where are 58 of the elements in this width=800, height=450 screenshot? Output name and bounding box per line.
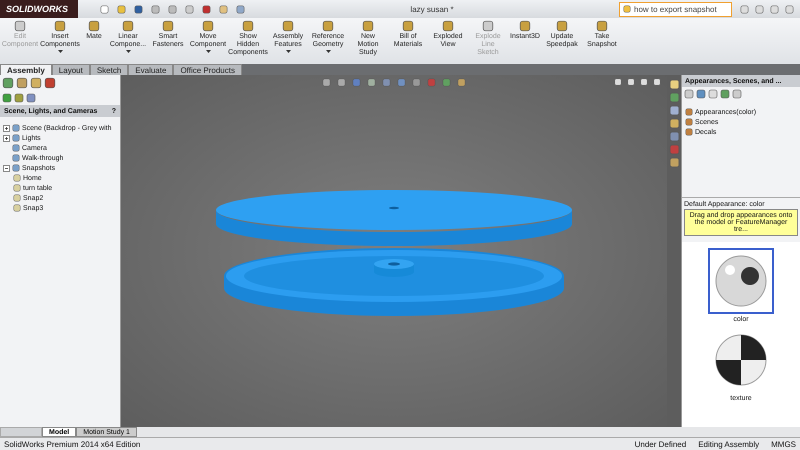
caret-icon[interactable]	[286, 50, 290, 53]
tool-icon[interactable]	[54, 20, 66, 32]
task-pane-icon[interactable]	[668, 79, 680, 90]
panel-tab-icon[interactable]	[30, 77, 42, 89]
collapse-icon[interactable]	[3, 164, 10, 172]
window-title: lazy susan *	[409, 4, 455, 14]
tool-icon[interactable]	[88, 20, 100, 32]
tree-node-icon[interactable]	[685, 108, 693, 116]
task-pane-icon[interactable]	[668, 118, 680, 129]
scroll-bar[interactable]	[0, 427, 42, 437]
tree-node-icon[interactable]	[685, 128, 693, 136]
task-pane-icon[interactable]	[668, 105, 680, 116]
expand-icon[interactable]	[3, 134, 10, 142]
status-text: Editing Assembly	[698, 440, 760, 448]
tool-icon[interactable]	[362, 20, 374, 32]
tool-icon[interactable]	[202, 20, 214, 32]
tab[interactable]: Assembly	[0, 64, 52, 75]
tool-icon[interactable]	[402, 20, 414, 32]
panel-tab-icon[interactable]	[2, 77, 14, 89]
sphere-icon	[714, 254, 768, 308]
tool-icon[interactable]	[322, 20, 334, 32]
caret-icon[interactable]	[126, 50, 130, 53]
caret-icon[interactable]	[326, 50, 330, 53]
tool-icon[interactable]	[518, 20, 531, 32]
caret-icon[interactable]	[58, 50, 62, 53]
caret-icon[interactable]	[206, 50, 210, 53]
tool-icon[interactable]	[242, 20, 254, 32]
status-text: SolidWorks Premium 2014 x64 Edition	[4, 440, 140, 448]
tree-node-icon[interactable]	[685, 118, 693, 126]
status-text: MMGS	[771, 440, 796, 448]
tool-icon[interactable]	[122, 20, 134, 32]
status-text: Under Defined	[634, 440, 686, 448]
expand-icon[interactable]	[3, 124, 10, 132]
app-logo: SOLIDWORKS	[0, 0, 78, 18]
tool-icon[interactable]	[556, 20, 568, 32]
tab[interactable]: Evaluate	[128, 64, 174, 75]
tree-node-icon[interactable]	[12, 154, 20, 162]
panel-tab-icon[interactable]	[44, 77, 56, 89]
tool-icon[interactable]	[596, 20, 608, 32]
search-field[interactable]: how to export snapshot	[619, 2, 732, 16]
tree-node-icon[interactable]	[12, 164, 20, 172]
tool-icon[interactable]	[442, 20, 454, 32]
panel-tab-icon[interactable]	[16, 77, 28, 89]
tree-node-icon[interactable]	[12, 144, 20, 152]
tab[interactable]: Layout	[52, 64, 90, 75]
task-pane-icon[interactable]	[668, 157, 680, 168]
tree-node-icon[interactable]	[12, 124, 20, 132]
tool-icon[interactable]	[282, 20, 294, 32]
tab[interactable]: Sketch	[90, 64, 128, 75]
tab[interactable]: Office Products	[173, 64, 242, 75]
sphere-icon	[714, 333, 768, 387]
tree-node-icon[interactable]	[13, 174, 21, 182]
tool-icon[interactable]	[162, 20, 174, 32]
tree-node-icon[interactable]	[13, 204, 21, 212]
appearance-swatch[interactable]	[708, 248, 774, 314]
tree-node-icon[interactable]	[13, 184, 21, 192]
tree-node-icon[interactable]	[12, 134, 20, 142]
tree-node-icon[interactable]	[13, 194, 21, 202]
